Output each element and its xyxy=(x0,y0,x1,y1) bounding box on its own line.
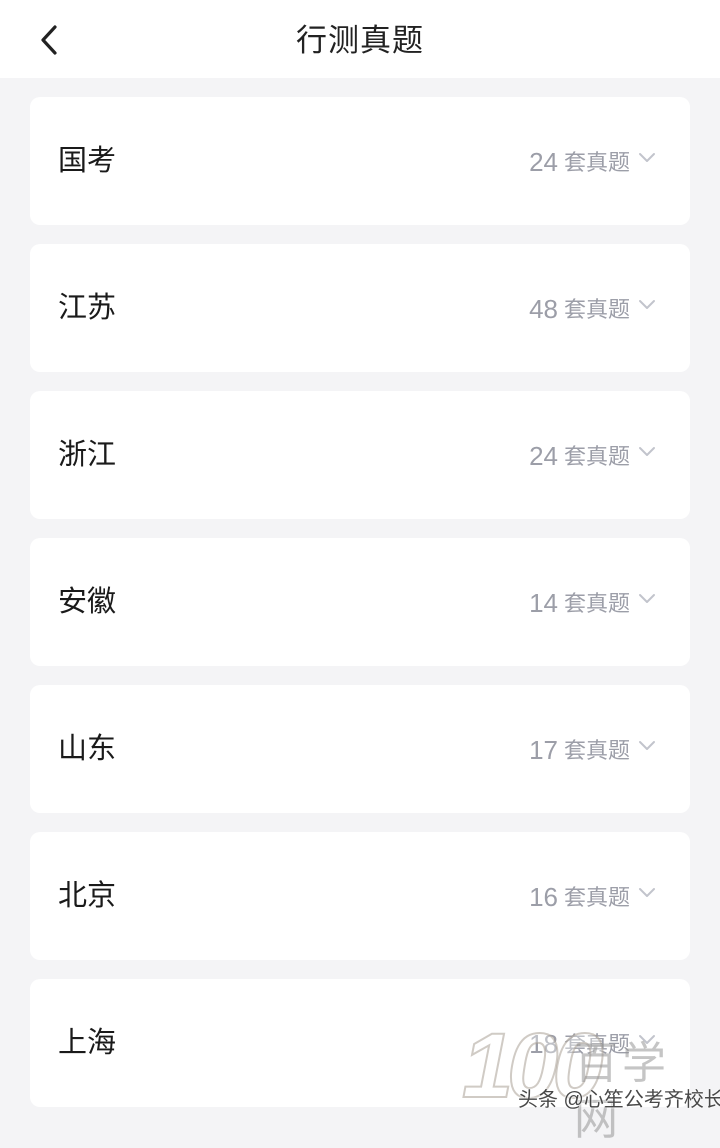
item-meta: 17 套真题 xyxy=(529,685,656,813)
item-unit: 套真题 xyxy=(563,1032,630,1057)
item-label: 江苏 xyxy=(58,292,117,324)
chevron-down-icon[interactable] xyxy=(638,446,656,458)
item-count: 48 xyxy=(529,293,558,324)
exam-list: 国考 24 套真题 江苏 48 套真题 浙江 24 套真题 安徽 14 套真题 … xyxy=(30,97,690,1126)
chevron-down-icon[interactable] xyxy=(638,152,656,164)
list-item-jiangsu[interactable]: 江苏 48 套真题 xyxy=(30,244,690,372)
item-unit: 套真题 xyxy=(563,738,630,763)
chevron-down-icon[interactable] xyxy=(638,299,656,311)
chevron-down-icon[interactable] xyxy=(638,1034,656,1046)
item-meta: 48 套真题 xyxy=(529,244,656,372)
list-item-beijing[interactable]: 北京 16 套真题 xyxy=(30,832,690,960)
item-label: 浙江 xyxy=(58,439,117,471)
item-unit: 套真题 xyxy=(563,297,630,322)
watermark-credit: 头条 @心笙公考齐校长 xyxy=(518,1089,720,1111)
item-count: 18 xyxy=(529,1028,558,1059)
item-label: 北京 xyxy=(58,880,117,912)
item-meta: 16 套真题 xyxy=(529,832,656,960)
item-meta: 24 套真题 xyxy=(529,391,656,519)
list-item-guokao[interactable]: 国考 24 套真题 xyxy=(30,97,690,225)
item-meta: 24 套真题 xyxy=(529,97,656,225)
item-count: 24 xyxy=(529,146,558,177)
item-label: 安徽 xyxy=(58,586,117,618)
item-label: 国考 xyxy=(58,145,117,177)
item-count: 17 xyxy=(529,734,558,765)
chevron-down-icon[interactable] xyxy=(638,887,656,899)
item-count: 16 xyxy=(529,881,558,912)
item-unit: 套真题 xyxy=(563,885,630,910)
list-item-zhejiang[interactable]: 浙江 24 套真题 xyxy=(30,391,690,519)
item-label: 上海 xyxy=(58,1027,117,1059)
chevron-down-icon[interactable] xyxy=(638,740,656,752)
item-unit: 套真题 xyxy=(563,591,630,616)
item-count: 24 xyxy=(529,440,558,471)
list-item-shandong[interactable]: 山东 17 套真题 xyxy=(30,685,690,813)
chevron-down-icon[interactable] xyxy=(638,593,656,605)
item-unit: 套真题 xyxy=(563,444,630,469)
top-bar: 行测真题 xyxy=(0,0,720,78)
item-meta: 14 套真题 xyxy=(529,538,656,666)
page-title: 行测真题 xyxy=(296,23,424,58)
item-unit: 套真题 xyxy=(563,150,630,175)
item-count: 14 xyxy=(529,587,558,618)
item-label: 山东 xyxy=(58,733,117,765)
list-item-anhui[interactable]: 安徽 14 套真题 xyxy=(30,538,690,666)
